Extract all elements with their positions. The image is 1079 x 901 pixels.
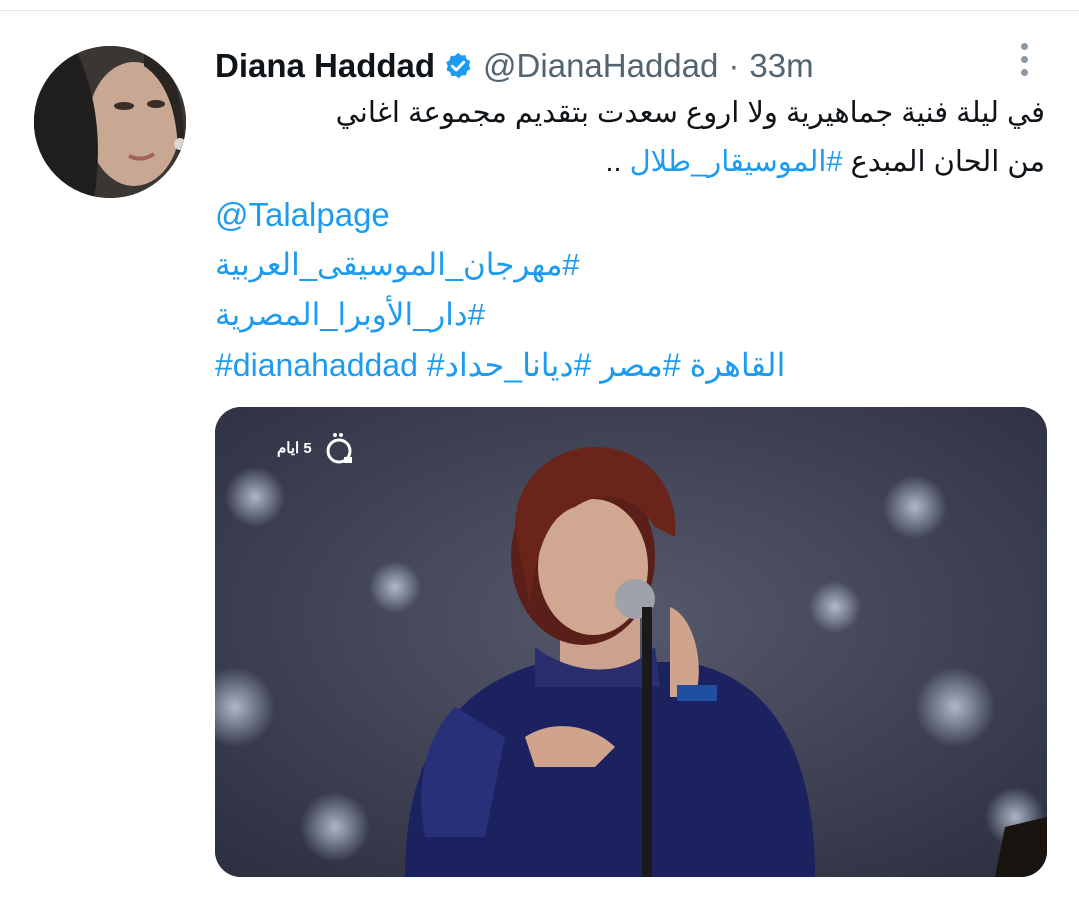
channel-watermark: 5 ايام: [277, 431, 356, 465]
tweet-media-photo[interactable]: 5 ايام: [215, 407, 1047, 877]
tweet-text-line-1: في ليلة فنية جماهيرية ولا اروع سعدت بتقد…: [335, 97, 1045, 129]
top-divider: [0, 10, 1079, 11]
more-options-icon[interactable]: [1012, 43, 1036, 83]
tweet-time[interactable]: 33m: [749, 47, 813, 85]
author-name[interactable]: Diana Haddad: [215, 47, 435, 85]
author-handle[interactable]: @DianaHaddad: [483, 47, 718, 85]
mention-talalpage[interactable]: @Talalpage: [215, 192, 390, 238]
hashtag-line[interactable]: #dianahaddad #القاهرة #مصر #ديانا_حداد: [215, 342, 785, 388]
channel-logo-icon: [326, 433, 352, 464]
separator-dot: ·: [728, 47, 740, 84]
hashtag-arab-music-festival[interactable]: #مهرجان_الموسيقى_العربية: [215, 242, 580, 288]
hashtag-musician-talal[interactable]: #الموسيقار_طلال: [630, 146, 843, 178]
tweet-text-line-2-suffix: ..: [605, 146, 630, 178]
tweet-text-line-2: من الحان المبدع #الموسيقار_طلال ..: [215, 141, 1045, 184]
avatar[interactable]: [34, 46, 186, 198]
verified-badge-icon: [446, 52, 471, 79]
channel-text: 5 ايام: [277, 440, 312, 457]
hashtag-egyptian-opera-house[interactable]: #دار_الأوبرا_المصرية: [215, 292, 485, 338]
tweet-header: Diana Haddad @DianaHaddad · 33m: [215, 44, 814, 88]
concert-photo: [215, 407, 1047, 877]
avatar-image: [34, 46, 186, 198]
tweet-text-line-2-prefix: من الحان المبدع: [842, 146, 1045, 178]
